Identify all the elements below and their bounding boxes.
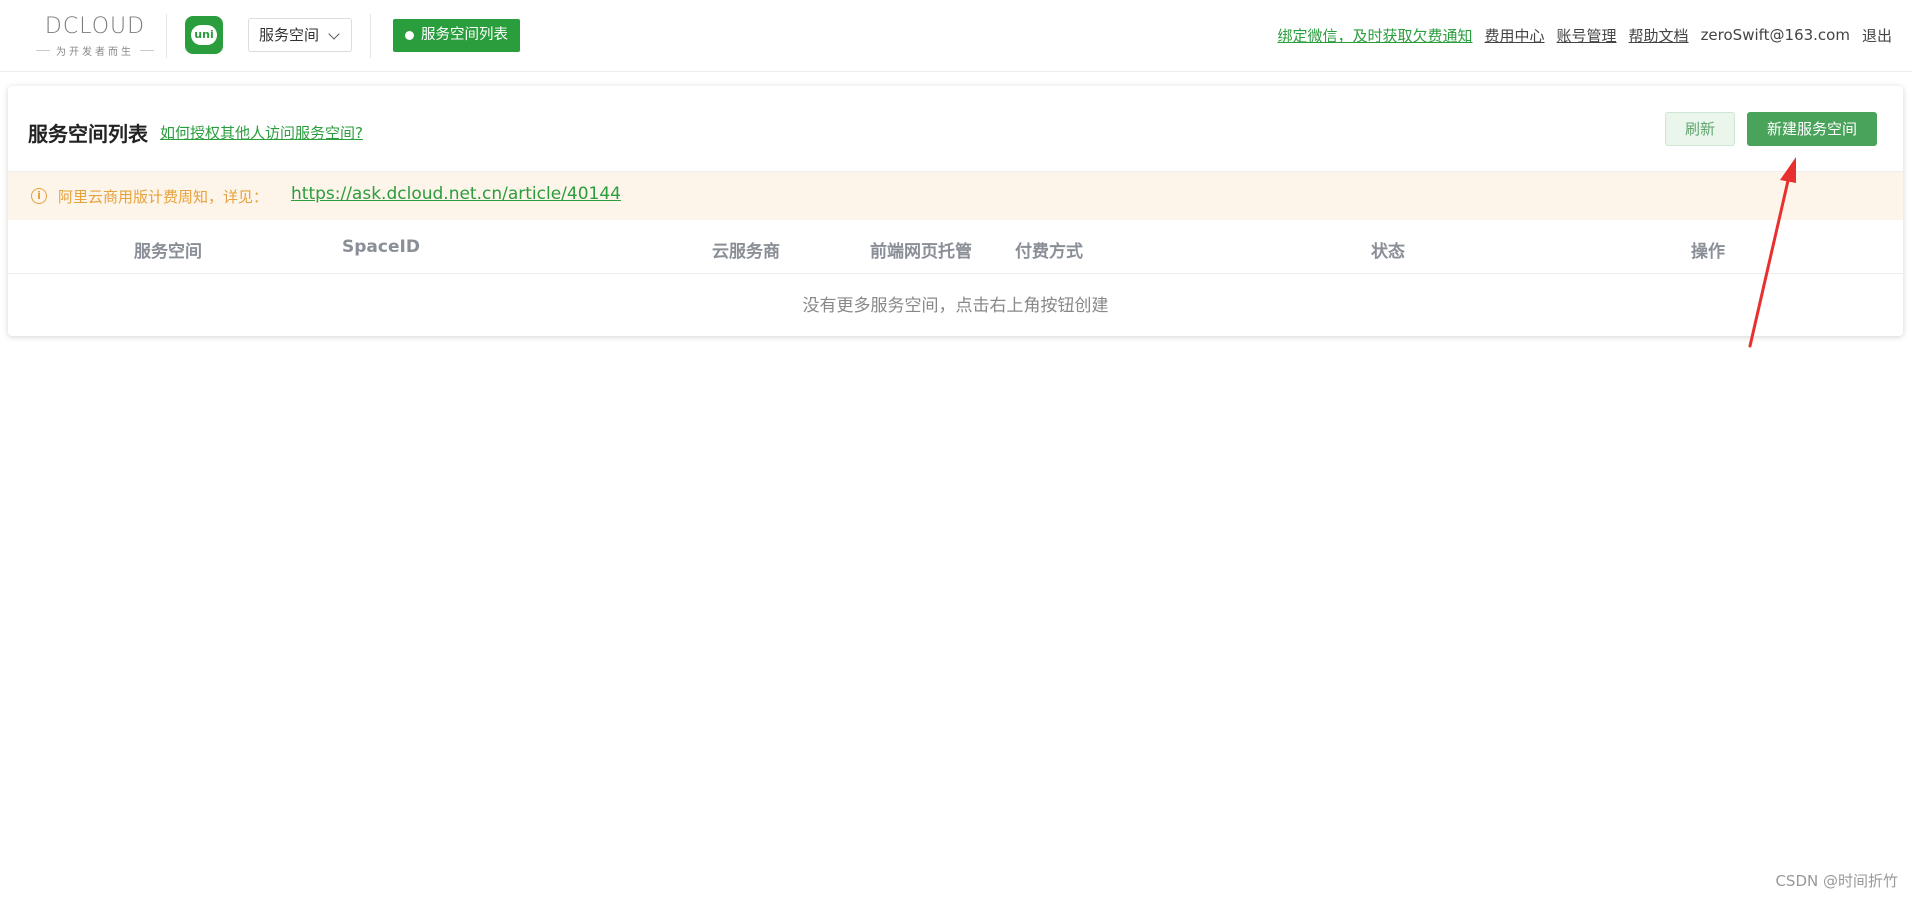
column-header-space-id: SpaceID xyxy=(342,237,420,257)
page-title: 服务空间列表 xyxy=(28,122,148,146)
table-header: 服务空间 SpaceID 云服务商 前端网页托管 付费方式 状态 操作 xyxy=(8,220,1903,274)
billing-center-link[interactable]: 费用中心 xyxy=(1485,25,1545,46)
billing-notice-banner: i 阿里云商用版计费周知，详见： https://ask.dcloud.net.… xyxy=(8,171,1903,220)
uni-cloud-icon[interactable]: uni xyxy=(185,16,223,54)
dcloud-logo[interactable]: DCLOUD 为开发者而生 xyxy=(36,12,154,58)
service-space-dropdown-label: 服务空间 xyxy=(259,26,320,44)
column-header-payment-method: 付费方式 xyxy=(1015,242,1083,262)
column-header-status: 状态 xyxy=(1371,242,1405,262)
notice-article-link[interactable]: https://ask.dcloud.net.cn/article/40144 xyxy=(291,184,621,204)
logout-link[interactable]: 退出 xyxy=(1862,25,1892,46)
nav-tab-space-list[interactable]: 服务空间列表 xyxy=(393,19,520,52)
active-dot-icon xyxy=(405,31,414,40)
bind-wechat-link[interactable]: 绑定微信，及时获取欠费通知 xyxy=(1278,25,1473,46)
chevron-down-icon xyxy=(328,28,340,40)
empty-table-message: 没有更多服务空间，点击右上角按钮创建 xyxy=(802,296,1109,316)
notice-text: 阿里云商用版计费周知，详见： xyxy=(58,188,269,206)
column-header-web-hosting: 前端网页托管 xyxy=(870,242,972,262)
red-arrow-annotation xyxy=(1748,157,1796,348)
column-header-cloud-provider: 云服务商 xyxy=(712,242,780,262)
top-navigation-bar: DCLOUD 为开发者而生 uni 服务空间 服务空间列表 绑定微信，及时获取欠… xyxy=(0,0,1912,72)
logo-wordmark: DCLOUD xyxy=(44,14,146,39)
help-docs-link[interactable]: 帮助文档 xyxy=(1629,25,1689,46)
top-links: 绑定微信，及时获取欠费通知 费用中心 账号管理 帮助文档 zeroSwift@1… xyxy=(1278,24,1893,46)
info-icon: i xyxy=(31,188,47,204)
logo-slogan: 为开发者而生 xyxy=(36,43,154,58)
service-space-card: 服务空间列表 如何授权其他人访问服务空间? 刷新 新建服务空间 i 阿里云商用版… xyxy=(8,86,1903,336)
column-header-actions: 操作 xyxy=(1691,242,1725,262)
create-service-space-button[interactable]: 新建服务空间 xyxy=(1747,112,1877,146)
column-header-service-space: 服务空间 xyxy=(134,242,202,262)
service-space-dropdown[interactable]: 服务空间 xyxy=(248,18,352,52)
user-email: zeroSwift@163.com xyxy=(1700,26,1850,44)
divider xyxy=(166,14,167,58)
account-management-link[interactable]: 账号管理 xyxy=(1557,25,1617,46)
divider xyxy=(370,14,371,58)
authorize-help-link[interactable]: 如何授权其他人访问服务空间? xyxy=(160,122,363,143)
csdn-watermark: CSDN @时间折竹 xyxy=(1775,872,1898,890)
refresh-button[interactable]: 刷新 xyxy=(1665,112,1735,146)
nav-tab-label: 服务空间列表 xyxy=(421,27,508,43)
uni-cloud-label: uni xyxy=(191,25,217,45)
